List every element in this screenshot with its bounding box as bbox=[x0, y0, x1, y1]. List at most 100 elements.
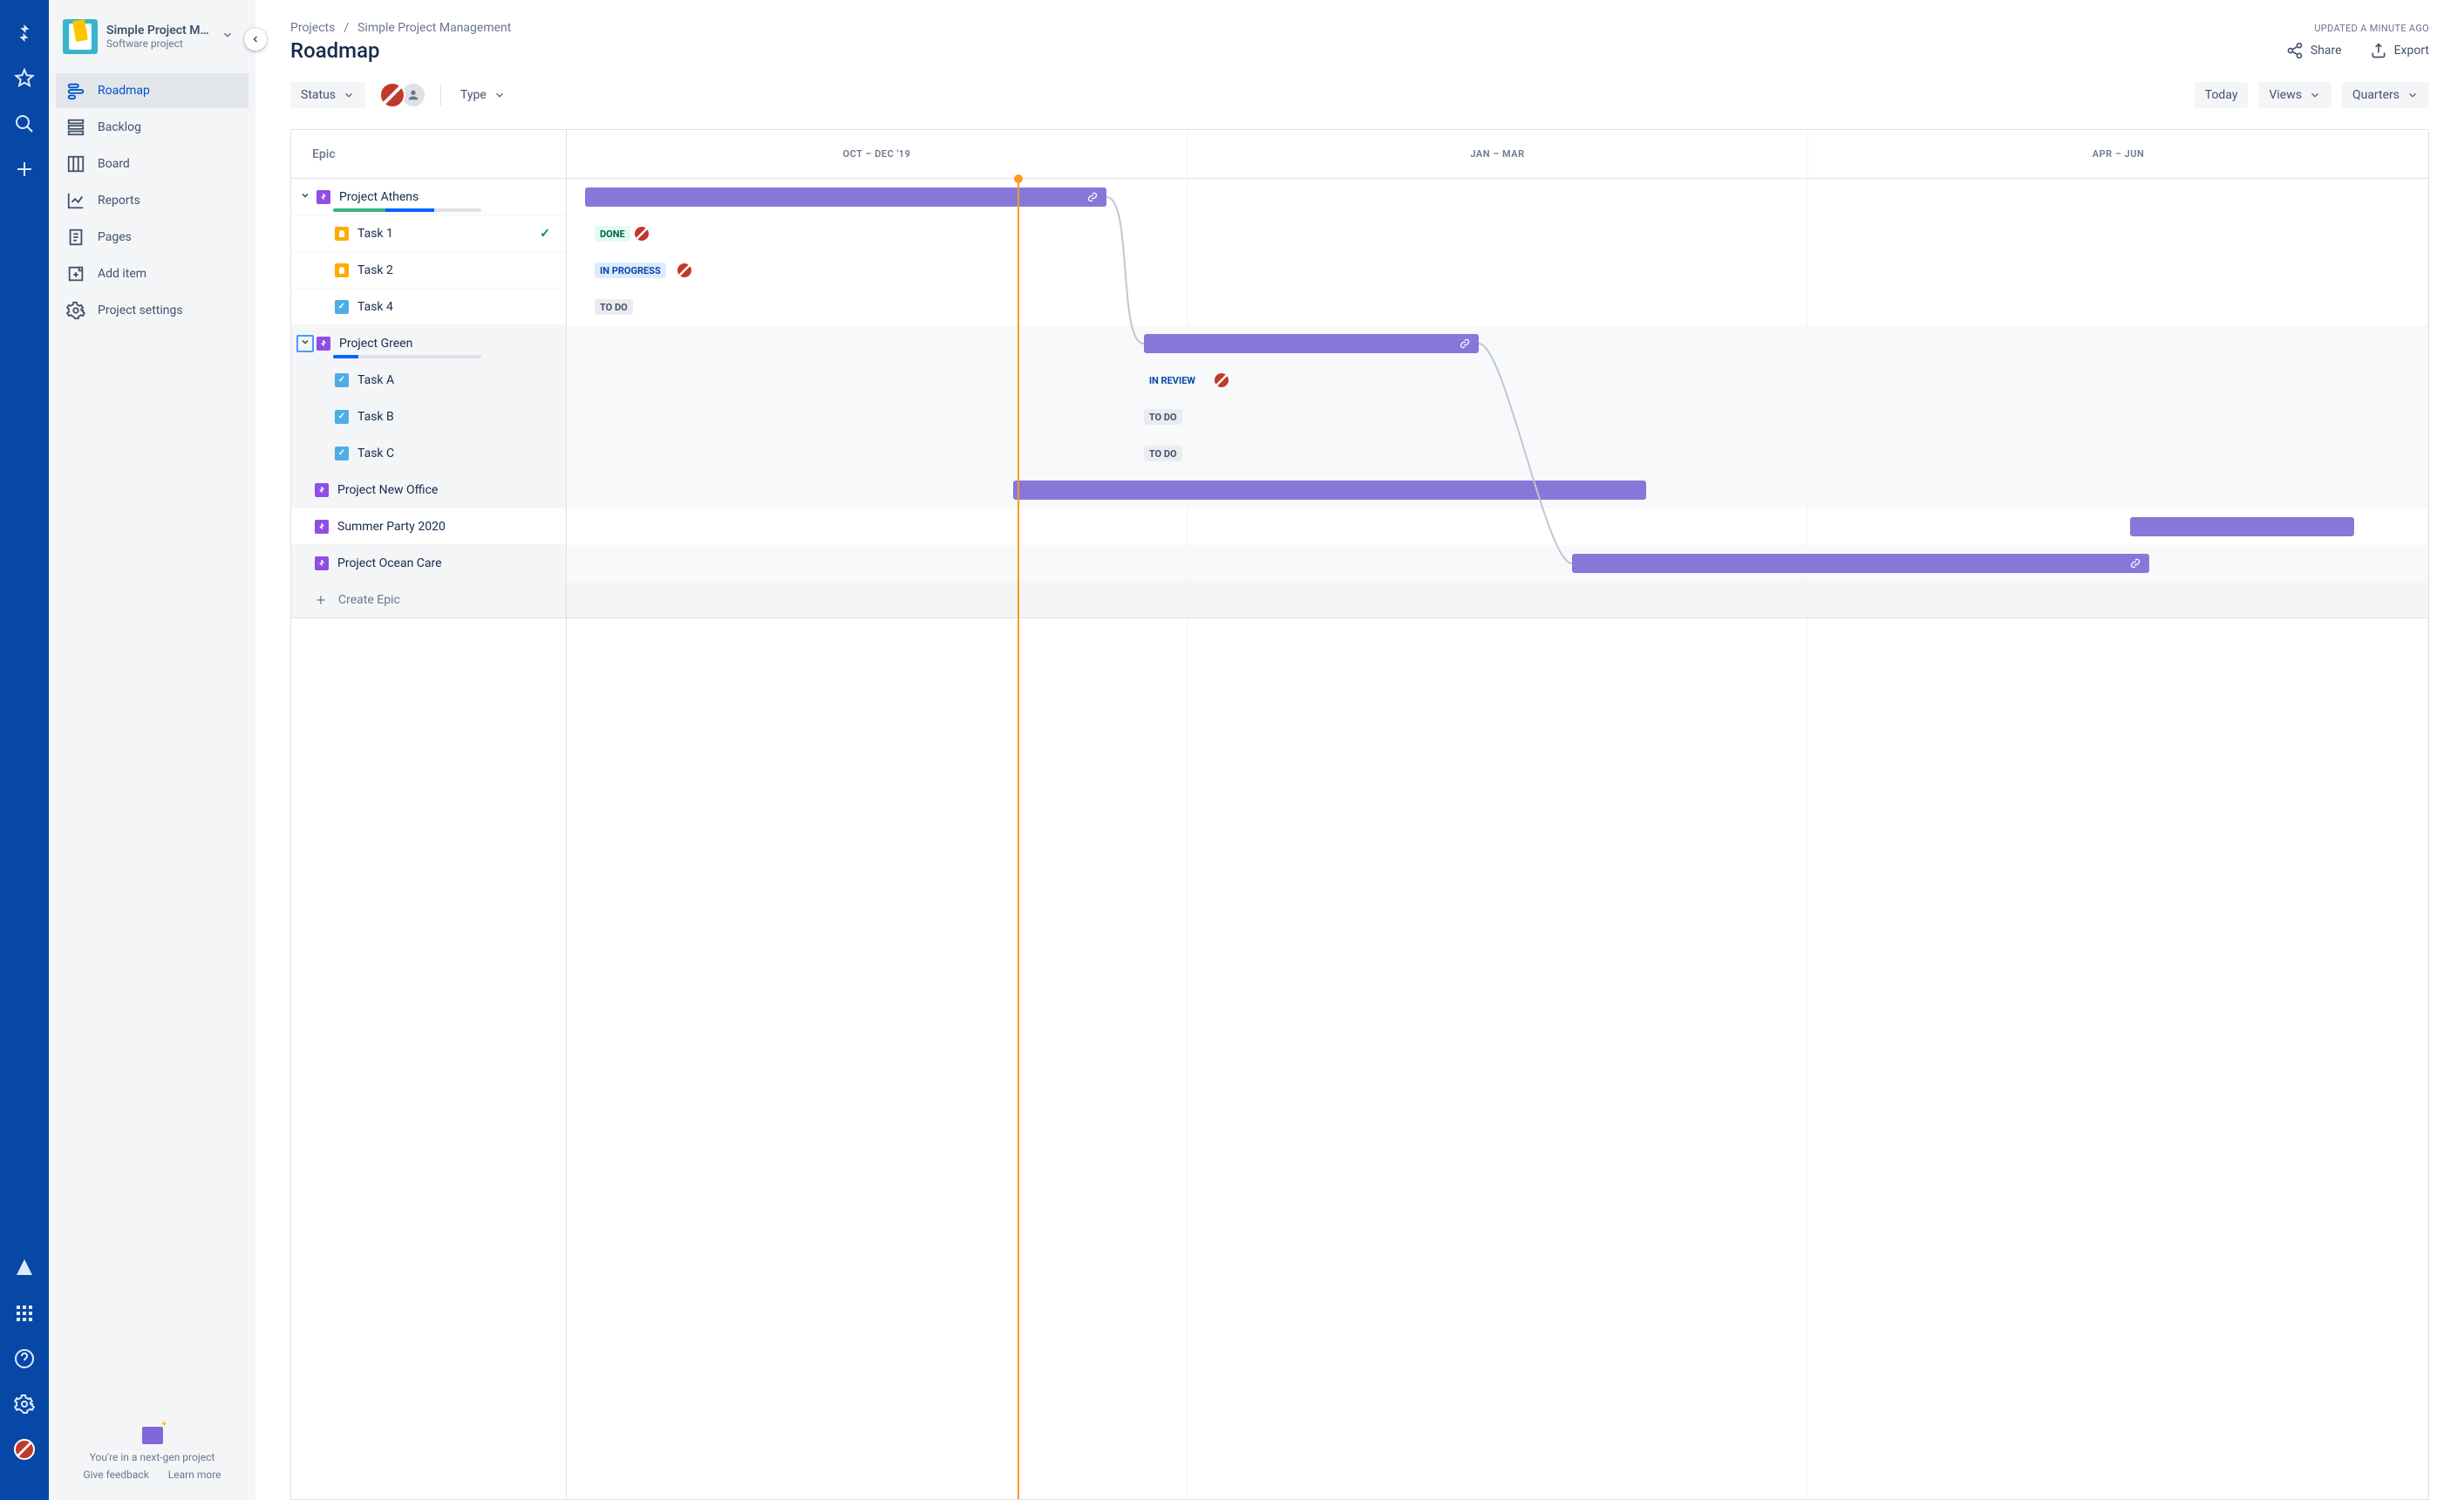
assignee-avatar[interactable] bbox=[677, 263, 691, 277]
epic-row[interactable]: Project Athens bbox=[291, 179, 566, 215]
sidebar-item-label: Add item bbox=[98, 267, 146, 281]
plus-icon[interactable] bbox=[12, 157, 37, 181]
timeline-row[interactable]: IN REVIEW bbox=[567, 362, 2428, 399]
project-header[interactable]: Simple Project M... Software project bbox=[49, 0, 255, 73]
chevron-down-icon[interactable] bbox=[296, 335, 314, 352]
chevron-down-icon bbox=[343, 89, 355, 101]
roadmap-timeline[interactable]: OCT – DEC '19JAN – MARAPR – JUN DONEIN P… bbox=[567, 130, 2428, 1499]
timeline-row[interactable] bbox=[567, 472, 2428, 508]
status-badge: TO DO bbox=[595, 299, 633, 315]
timeline-row[interactable]: TO DO bbox=[567, 399, 2428, 435]
epic-row[interactable]: Project Green bbox=[291, 325, 566, 362]
chevron-down-icon[interactable] bbox=[218, 25, 237, 48]
status-filter[interactable]: Status bbox=[290, 82, 365, 108]
timeline-row[interactable]: IN PROGRESS bbox=[567, 252, 2428, 289]
sidebar-item-label: Pages bbox=[98, 230, 132, 244]
timeline-row[interactable] bbox=[567, 179, 2428, 215]
create-epic-button[interactable]: Create Epic bbox=[291, 582, 566, 618]
export-button[interactable]: Export bbox=[2370, 42, 2429, 59]
assignee-filter[interactable] bbox=[379, 82, 426, 108]
plus-icon bbox=[314, 593, 328, 607]
epic-name: Summer Party 2020 bbox=[337, 520, 446, 534]
epic-icon bbox=[317, 190, 330, 204]
notification-icon[interactable] bbox=[12, 1256, 37, 1280]
task-icon bbox=[335, 410, 349, 424]
sidebar-item-add[interactable]: Add item bbox=[56, 256, 248, 291]
epic-row[interactable]: Project Ocean Care bbox=[291, 545, 566, 582]
epic-row[interactable]: Project New Office bbox=[291, 472, 566, 508]
sidebar-nav: Roadmap Backlog Board Reports Pages Add … bbox=[49, 73, 255, 330]
assignee-avatar[interactable] bbox=[635, 227, 649, 241]
epic-bar[interactable] bbox=[1144, 334, 1479, 353]
task-row[interactable]: Task 1✓ bbox=[291, 215, 566, 252]
learn-more-link[interactable]: Learn more bbox=[168, 1469, 221, 1481]
task-icon bbox=[335, 373, 349, 387]
quarters-dropdown[interactable]: Quarters bbox=[2342, 82, 2429, 108]
jira-logo-icon[interactable] bbox=[12, 21, 37, 45]
link-icon bbox=[1458, 337, 1472, 351]
status-badge: TO DO bbox=[1144, 446, 1182, 461]
epic-bar[interactable] bbox=[1013, 481, 1646, 500]
help-icon[interactable] bbox=[12, 1347, 37, 1371]
timeline-row[interactable]: TO DO bbox=[567, 435, 2428, 472]
sidebar-item-settings[interactable]: Project settings bbox=[56, 293, 248, 328]
collapse-sidebar-button[interactable] bbox=[244, 28, 267, 51]
task-name: Task 4 bbox=[357, 300, 393, 314]
chevron-down-icon bbox=[2309, 89, 2321, 101]
task-row[interactable]: Task C bbox=[291, 435, 566, 472]
sidebar-item-label: Board bbox=[98, 157, 130, 171]
star-icon[interactable] bbox=[12, 66, 37, 91]
assignee-avatar[interactable] bbox=[1215, 373, 1229, 387]
epic-bar[interactable] bbox=[2130, 517, 2353, 536]
type-filter[interactable]: Type bbox=[455, 82, 511, 108]
project-name: Simple Project M... bbox=[106, 24, 209, 38]
status-badge: TO DO bbox=[1144, 409, 1182, 425]
breadcrumb-project[interactable]: Simple Project Management bbox=[357, 21, 511, 35]
settings-icon[interactable] bbox=[12, 1392, 37, 1416]
roadmap-grid: Epic Project AthensTask 1✓Task 2Task 4Pr… bbox=[290, 129, 2429, 1500]
chevron-down-icon[interactable] bbox=[296, 190, 314, 204]
task-name: Task C bbox=[357, 447, 394, 460]
sidebar-item-board[interactable]: Board bbox=[56, 147, 248, 181]
share-button[interactable]: Share bbox=[2286, 42, 2342, 59]
task-row[interactable]: Task 4 bbox=[291, 289, 566, 325]
sidebar-item-pages[interactable]: Pages bbox=[56, 220, 248, 255]
sidebar-item-backlog[interactable]: Backlog bbox=[56, 110, 248, 145]
global-nav bbox=[0, 0, 49, 1500]
timeline-column-header: JAN – MAR bbox=[1188, 130, 1808, 178]
user-avatar[interactable] bbox=[12, 1437, 37, 1462]
sidebar-item-roadmap[interactable]: Roadmap bbox=[56, 73, 248, 108]
sidebar-item-label: Roadmap bbox=[98, 84, 150, 98]
task-row[interactable]: Task 2 bbox=[291, 252, 566, 289]
timeline-row[interactable] bbox=[567, 325, 2428, 362]
status-badge: IN PROGRESS bbox=[595, 262, 666, 278]
give-feedback-link[interactable]: Give feedback bbox=[83, 1469, 148, 1481]
check-icon: ✓ bbox=[540, 227, 550, 241]
today-button[interactable]: Today bbox=[2195, 82, 2249, 108]
chevron-down-icon bbox=[493, 89, 506, 101]
task-row[interactable]: Task A bbox=[291, 362, 566, 399]
epic-bar[interactable] bbox=[1572, 554, 2149, 573]
views-dropdown[interactable]: Views bbox=[2258, 82, 2331, 108]
timeline-row[interactable]: TO DO bbox=[567, 289, 2428, 325]
sidebar-item-label: Reports bbox=[98, 194, 140, 208]
epic-name: Project Athens bbox=[339, 190, 419, 204]
timeline-row[interactable] bbox=[567, 545, 2428, 582]
task-row[interactable]: Task B bbox=[291, 399, 566, 435]
roadmap-epic-column: Epic Project AthensTask 1✓Task 2Task 4Pr… bbox=[291, 130, 567, 1499]
epic-bar[interactable] bbox=[585, 188, 1106, 207]
app-switcher-icon[interactable] bbox=[12, 1301, 37, 1326]
timeline-row[interactable]: DONE bbox=[567, 215, 2428, 252]
timeline-row[interactable] bbox=[567, 508, 2428, 545]
breadcrumb-projects[interactable]: Projects bbox=[290, 21, 335, 35]
idea-icon bbox=[335, 227, 349, 241]
avatar[interactable] bbox=[379, 82, 405, 108]
sidebar-item-reports[interactable]: Reports bbox=[56, 183, 248, 218]
epic-row[interactable]: Summer Party 2020 bbox=[291, 508, 566, 545]
status-badge: DONE bbox=[595, 226, 630, 242]
page-title: Roadmap bbox=[290, 38, 380, 63]
search-icon[interactable] bbox=[12, 112, 37, 136]
status-badge: IN REVIEW bbox=[1144, 372, 1201, 388]
sidebar-footer: You're in a next-gen project Give feedba… bbox=[49, 1427, 255, 1500]
export-icon bbox=[2370, 42, 2387, 59]
